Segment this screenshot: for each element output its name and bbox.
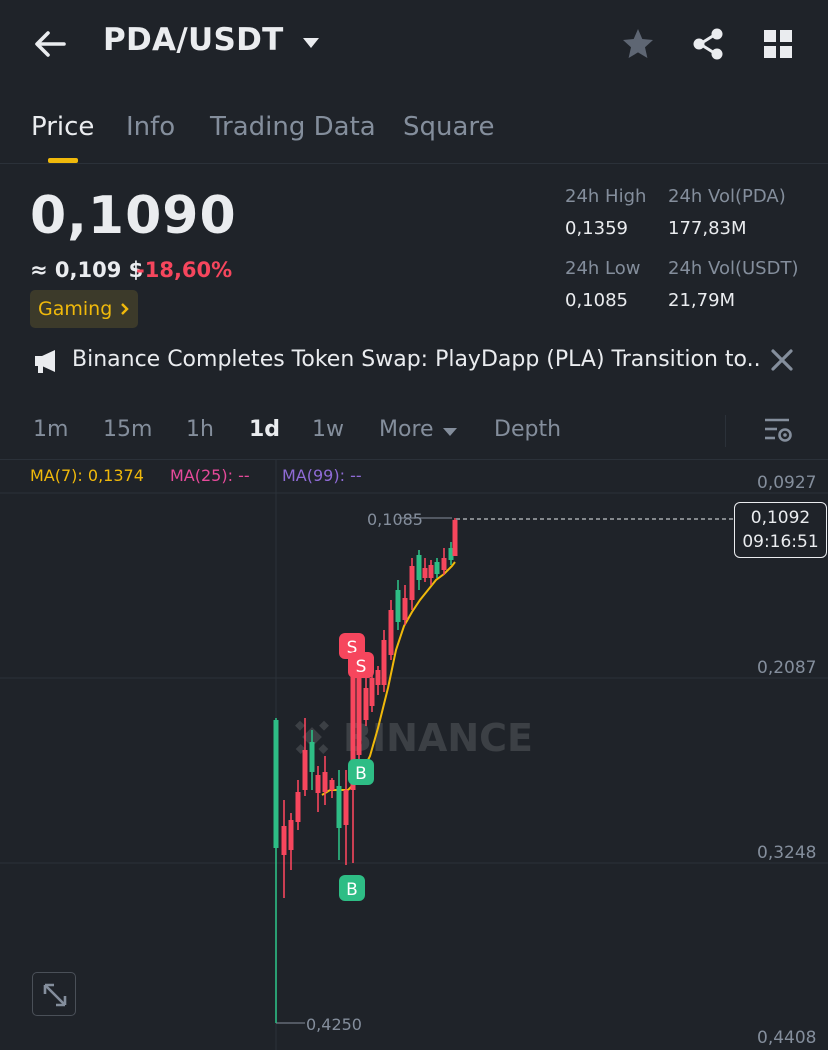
expand-icon	[43, 983, 67, 1007]
candle-body	[388, 610, 394, 655]
tabs-divider	[0, 163, 828, 164]
grid-icon[interactable]	[761, 27, 795, 61]
candle-body	[375, 670, 381, 685]
current-price-tag: 0,1092 09:16:51	[734, 502, 827, 558]
interval-1m[interactable]: 1m	[33, 417, 68, 442]
back-arrow-icon[interactable]	[30, 24, 70, 64]
pair-title[interactable]: PDA/USDT	[103, 22, 284, 58]
candle-body	[409, 566, 415, 600]
trade-marker-s[interactable]: S	[348, 652, 374, 678]
candle-body	[302, 750, 308, 790]
stat-vol-base-label: 24h Vol(PDA)	[668, 186, 786, 207]
candle-body	[329, 780, 335, 790]
candle-body	[441, 558, 447, 570]
max-price-marker: 0,1085	[367, 510, 423, 529]
candle-body	[288, 820, 294, 850]
stat-high-label: 24h High	[565, 186, 647, 207]
megaphone-icon	[35, 350, 55, 373]
tab-price[interactable]: Price	[31, 112, 94, 142]
candle-body	[402, 598, 408, 620]
caret-down-icon[interactable]	[302, 36, 320, 50]
interval-divider	[725, 415, 726, 447]
candle-body	[322, 772, 328, 792]
candle-body	[309, 742, 315, 772]
candle-body	[428, 565, 434, 578]
close-icon[interactable]	[768, 346, 796, 374]
candle-body	[343, 790, 349, 825]
trade-marker-label: S	[356, 657, 367, 677]
candle-body	[369, 678, 375, 706]
chevron-right-icon	[121, 303, 129, 315]
candlestick-chart[interactable]: BINANCE 0,1085 0,4250 SSBB	[0, 460, 828, 1050]
fullscreen-button[interactable]	[32, 972, 76, 1016]
price-change: -18,60%	[136, 258, 233, 282]
candle-body	[381, 640, 387, 685]
category-tag[interactable]: Gaming	[30, 290, 139, 328]
tab-trading-data[interactable]: Trading Data	[210, 112, 376, 142]
trade-marker-label: B	[355, 764, 367, 784]
stat-high-value: 0,1359	[565, 218, 628, 239]
price-fiat: ≈ 0,109 $	[30, 258, 144, 282]
candle-body	[315, 775, 321, 793]
trade-marker-b[interactable]: B	[348, 759, 374, 785]
candle-body	[395, 590, 401, 622]
stat-vol-quote-value: 21,79M	[668, 290, 736, 311]
trade-marker-b[interactable]: B	[339, 875, 365, 901]
candle-countdown: 09:16:51	[742, 532, 819, 552]
depth-tab[interactable]: Depth	[494, 417, 561, 442]
candle-body	[336, 786, 342, 828]
candle-body	[416, 555, 422, 580]
interval-1w[interactable]: 1w	[312, 417, 344, 442]
candle-body	[295, 792, 301, 822]
candle-body	[422, 568, 428, 578]
chart-settings-icon[interactable]	[762, 415, 794, 447]
last-price: 0,1090	[30, 186, 237, 246]
share-icon[interactable]	[690, 26, 726, 62]
axis-label-1: 0,0927	[757, 473, 817, 493]
stat-low-label: 24h Low	[565, 258, 641, 279]
current-price-value: 0,1092	[750, 508, 811, 528]
trade-markers: SSBB	[339, 633, 374, 901]
interval-1h[interactable]: 1h	[186, 417, 214, 442]
candle-body	[356, 672, 362, 755]
stat-vol-base-value: 177,83M	[668, 218, 747, 239]
candle-body	[434, 562, 440, 574]
interval-1d[interactable]: 1d	[249, 417, 280, 442]
candle-body	[281, 826, 287, 855]
category-tag-label: Gaming	[38, 298, 113, 320]
star-icon[interactable]	[620, 26, 656, 62]
tab-square[interactable]: Square	[403, 112, 495, 142]
axis-label-2: 0,2087	[757, 658, 817, 678]
candle-body	[452, 520, 458, 556]
axis-label-4: 0,4408	[757, 1028, 817, 1048]
interval-more[interactable]: More	[379, 417, 434, 442]
tab-info[interactable]: Info	[126, 112, 175, 142]
min-price-marker: 0,4250	[306, 1015, 362, 1034]
stat-vol-quote-label: 24h Vol(USDT)	[668, 258, 799, 279]
caret-down-icon[interactable]	[442, 427, 458, 437]
candle-body	[273, 720, 279, 848]
candle-body	[363, 688, 369, 720]
stat-low-value: 0,1085	[565, 290, 628, 311]
trade-marker-label: B	[346, 880, 358, 900]
axis-label-3: 0,3248	[757, 843, 817, 863]
news-headline[interactable]: Binance Completes Token Swap: PlayDapp (…	[72, 347, 762, 372]
interval-15m[interactable]: 15m	[103, 417, 152, 442]
